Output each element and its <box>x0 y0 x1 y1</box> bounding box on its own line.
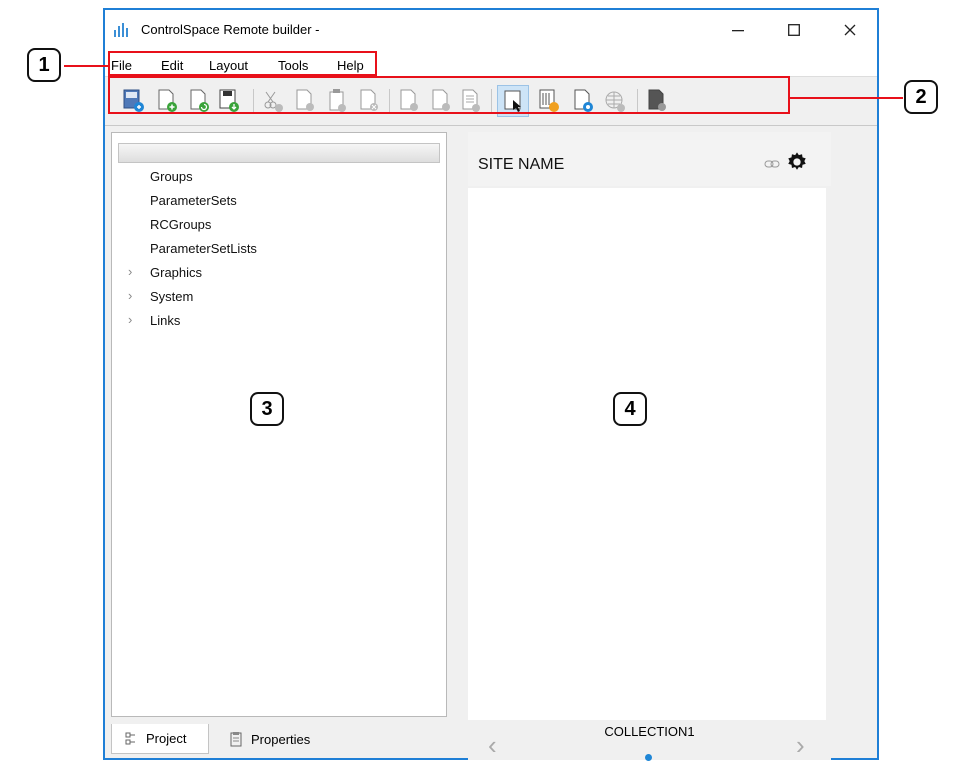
project-icon <box>125 732 135 744</box>
panel-tabs: Project Properties <box>111 724 447 756</box>
callout-leader <box>790 97 903 99</box>
page-preview[interactable] <box>468 188 826 720</box>
minimize-button[interactable] <box>715 12 761 48</box>
callout-box-menu <box>108 51 377 76</box>
collection-name: COLLECTION1 <box>604 724 695 739</box>
callout-2: 2 <box>904 80 938 114</box>
callout-1: 1 <box>27 48 61 82</box>
tree-item-groups[interactable]: Groups <box>150 169 193 184</box>
app-bars-icon <box>114 23 128 37</box>
tree-item-rcgroups[interactable]: RCGroups <box>150 217 211 232</box>
preview-panel: SITE NAME ‹ COLLECTION1 › <box>468 132 831 761</box>
page-indicator-dot[interactable] <box>645 754 652 761</box>
link-icon[interactable] <box>764 158 780 170</box>
tree-item-parametersets[interactable]: ParameterSets <box>150 193 237 208</box>
chevron-right-icon[interactable]: › <box>128 288 132 303</box>
tree-header <box>118 143 440 163</box>
maximize-button[interactable] <box>771 12 817 48</box>
tab-project-label: Project <box>146 731 187 746</box>
maximize-icon <box>788 24 800 36</box>
callout-leader <box>64 65 108 67</box>
callout-4: 4 <box>613 392 647 426</box>
title-bar: ControlSpace Remote builder - <box>105 10 877 50</box>
tree-item-system[interactable]: System <box>150 289 193 304</box>
site-header: SITE NAME <box>468 132 831 186</box>
chevron-right-icon[interactable]: › <box>796 730 805 761</box>
tree-item-graphics[interactable]: Graphics <box>150 265 202 280</box>
close-button[interactable] <box>827 12 873 48</box>
gear-icon[interactable] <box>786 151 808 173</box>
chevron-right-icon[interactable]: › <box>128 264 132 279</box>
minimize-icon <box>732 30 744 32</box>
site-name: SITE NAME <box>478 156 565 173</box>
callout-3: 3 <box>250 392 284 426</box>
tree-item-parametersetlists[interactable]: ParameterSetLists <box>150 241 257 256</box>
app-window: ControlSpace Remote builder - File Edit … <box>103 8 879 761</box>
chevron-right-icon[interactable]: › <box>128 312 132 327</box>
tab-project[interactable]: Project <box>111 724 209 754</box>
tab-properties[interactable]: Properties <box>219 724 359 754</box>
window-title: ControlSpace Remote builder - <box>141 22 320 37</box>
tab-properties-label: Properties <box>251 731 311 747</box>
callout-box-toolbar <box>108 76 790 114</box>
tree-item-links[interactable]: Links <box>150 313 180 328</box>
clipboard-icon <box>230 732 242 747</box>
close-icon <box>844 24 856 36</box>
